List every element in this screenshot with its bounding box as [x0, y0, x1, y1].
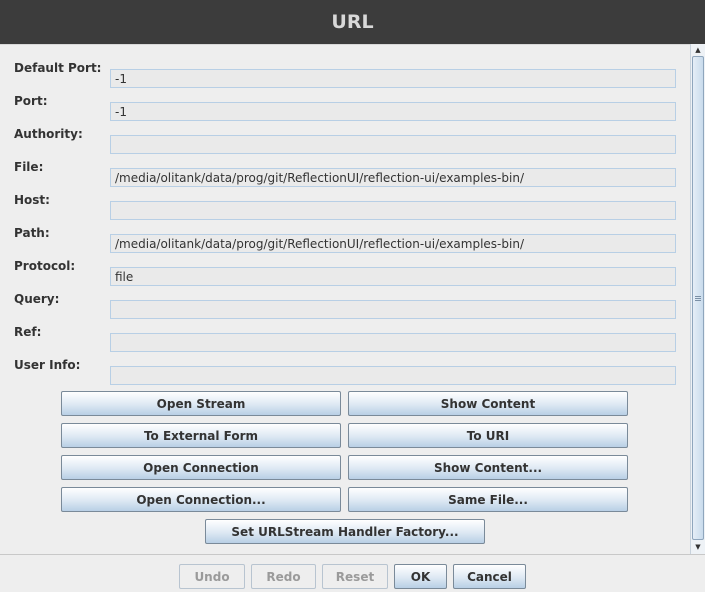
field-label: Path: [14, 226, 50, 240]
field-host: Host: [0, 185, 690, 220]
field-authority: Authority: [0, 119, 690, 154]
field-port: Port: -1 [0, 86, 690, 121]
field-label: Protocol: [14, 259, 76, 273]
field-path: Path: /media/olitank/data/prog/git/Refle… [0, 218, 690, 253]
field-label: Host: [14, 193, 50, 207]
same-file-button[interactable]: Same File... [348, 487, 628, 512]
window-title: URL [331, 11, 374, 33]
ok-button[interactable]: OK [394, 564, 447, 589]
field-label: Default Port: [14, 61, 102, 75]
undo-button[interactable]: Undo [179, 564, 245, 589]
grip-icon [695, 295, 701, 301]
window-title-bar: URL [0, 0, 705, 44]
show-content-button[interactable]: Show Content [348, 391, 628, 416]
field-user-info: User Info: [0, 350, 690, 385]
user-info-field[interactable] [110, 366, 676, 385]
open-connection-button[interactable]: Open Connection [61, 455, 341, 480]
field-label: Query: [14, 292, 60, 306]
field-label: Ref: [14, 325, 42, 339]
form-panel: Default Port: -1 Port: -1 Authority: Fil… [0, 44, 705, 554]
field-label: File: [14, 160, 44, 174]
set-handler-factory-button[interactable]: Set URLStream Handler Factory... [205, 519, 485, 544]
open-connection-dialog-button[interactable]: Open Connection... [61, 487, 341, 512]
to-external-form-button[interactable]: To External Form [61, 423, 341, 448]
cancel-button[interactable]: Cancel [453, 564, 526, 589]
open-stream-button[interactable]: Open Stream [61, 391, 341, 416]
dialog-footer: Undo Redo Reset OK Cancel [0, 554, 705, 592]
field-protocol: Protocol: file [0, 251, 690, 286]
field-default-port: Default Port: -1 [0, 53, 690, 88]
scroll-thumb[interactable] [692, 56, 704, 540]
scroll-down-icon[interactable]: ▼ [693, 542, 703, 552]
field-label: Authority: [14, 127, 83, 141]
field-ref: Ref: [0, 317, 690, 352]
redo-button[interactable]: Redo [251, 564, 316, 589]
show-content-dialog-button[interactable]: Show Content... [348, 455, 628, 480]
field-query: Query: [0, 284, 690, 319]
reset-button[interactable]: Reset [322, 564, 388, 589]
to-uri-button[interactable]: To URI [348, 423, 628, 448]
vertical-scrollbar[interactable]: ▲ ▼ [690, 44, 705, 554]
field-label: Port: [14, 94, 48, 108]
field-label: User Info: [14, 358, 81, 372]
scroll-up-icon[interactable]: ▲ [693, 45, 703, 55]
field-file: File: /media/olitank/data/prog/git/Refle… [0, 152, 690, 187]
